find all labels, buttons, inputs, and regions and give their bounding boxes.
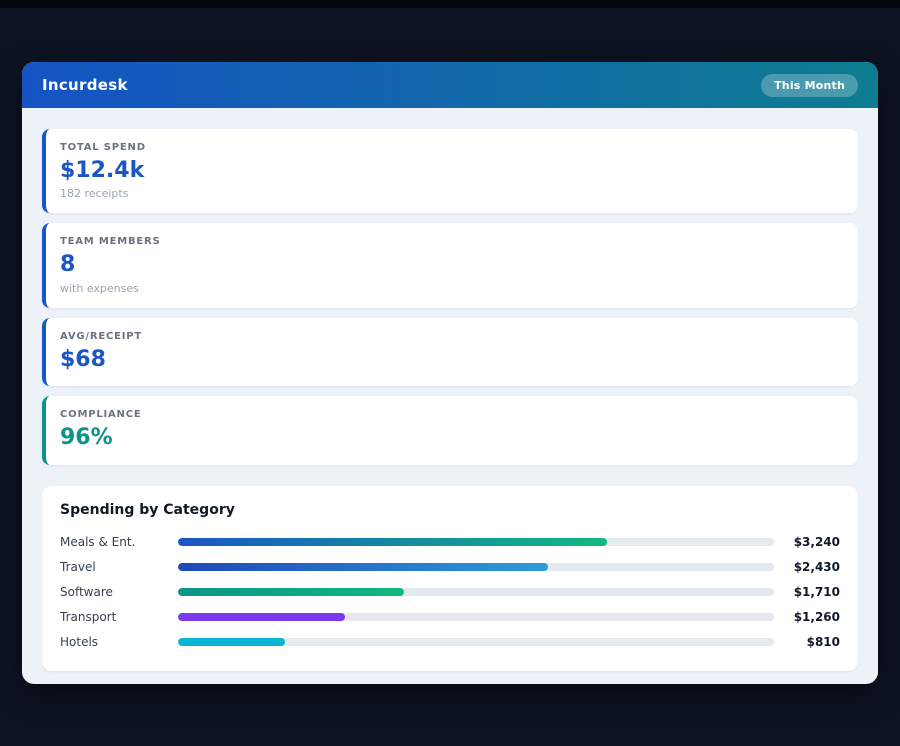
stat-caption: with expenses xyxy=(60,282,842,295)
spending-by-category-card: Spending by Category Meals & Ent. $3,240… xyxy=(42,486,858,671)
stat-card-compliance: COMPLIANCE 96% xyxy=(42,396,858,464)
bar-fill xyxy=(178,538,607,546)
bar-fill xyxy=(178,613,345,621)
category-label: Meals & Ent. xyxy=(60,535,178,549)
stat-card-total-spend: TOTAL SPEND $12.4k 182 receipts xyxy=(42,129,858,213)
app-window: Incurdesk This Month TOTAL SPEND $12.4k … xyxy=(22,62,878,684)
app-title: Incurdesk xyxy=(42,76,128,94)
category-row-meals: Meals & Ent. $3,240 xyxy=(60,530,840,555)
stat-value: $12.4k xyxy=(60,158,842,184)
stat-label: TOTAL SPEND xyxy=(60,142,842,153)
category-row-software: Software $1,710 xyxy=(60,580,840,605)
stat-card-avg-receipt: AVG/RECEIPT $68 xyxy=(42,318,858,386)
bar-fill xyxy=(178,588,404,596)
stat-value: $68 xyxy=(60,347,842,373)
category-row-travel: Travel $2,430 xyxy=(60,555,840,580)
bar-fill xyxy=(178,638,285,646)
category-value: $3,240 xyxy=(774,535,840,549)
bar-track xyxy=(178,613,774,621)
stat-card-team-members: TEAM MEMBERS 8 with expenses xyxy=(42,223,858,307)
month-filter-badge[interactable]: This Month xyxy=(761,74,858,97)
category-value: $1,260 xyxy=(774,610,840,624)
stat-label: AVG/RECEIPT xyxy=(60,331,842,342)
category-label: Travel xyxy=(60,560,178,574)
bar-track xyxy=(178,563,774,571)
category-label: Transport xyxy=(60,610,178,624)
stat-caption: 182 receipts xyxy=(60,187,842,200)
category-row-transport: Transport $1,260 xyxy=(60,605,840,630)
top-strip xyxy=(0,0,900,8)
app-header: Incurdesk This Month xyxy=(22,62,878,108)
bar-track xyxy=(178,538,774,546)
stat-label: COMPLIANCE xyxy=(60,409,842,420)
stat-value: 96% xyxy=(60,425,842,451)
category-value: $2,430 xyxy=(774,560,840,574)
category-row-hotels: Hotels $810 xyxy=(60,630,840,655)
stat-label: TEAM MEMBERS xyxy=(60,236,842,247)
bar-track xyxy=(178,588,774,596)
bar-track xyxy=(178,638,774,646)
stat-value: 8 xyxy=(60,252,842,278)
spending-card-title: Spending by Category xyxy=(60,502,840,518)
bar-fill xyxy=(178,563,548,571)
category-label: Hotels xyxy=(60,635,178,649)
main-content: TOTAL SPEND $12.4k 182 receipts TEAM MEM… xyxy=(22,108,878,671)
category-label: Software xyxy=(60,585,178,599)
category-value: $1,710 xyxy=(774,585,840,599)
category-value: $810 xyxy=(774,635,840,649)
